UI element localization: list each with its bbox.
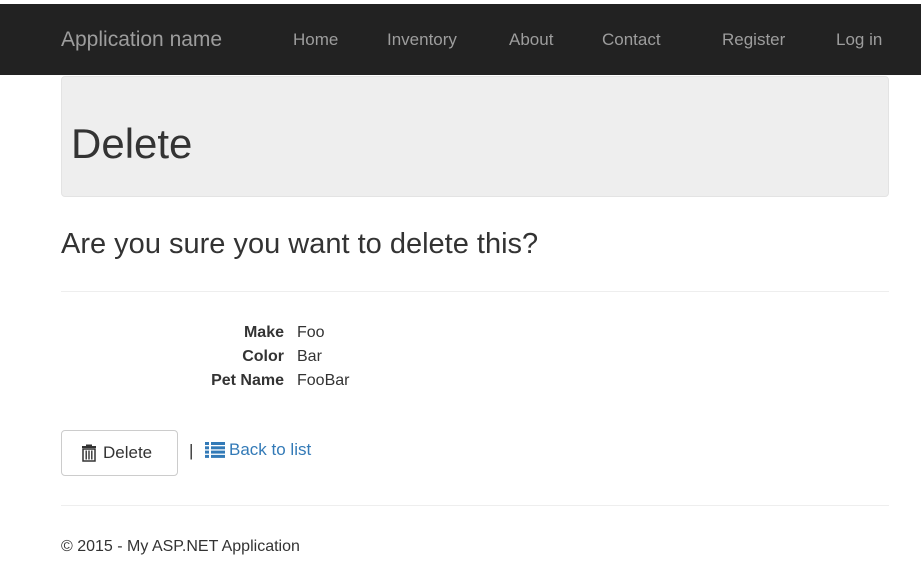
jumbotron: Delete — [61, 76, 889, 197]
back-to-list-link[interactable]: Back to list — [205, 440, 311, 460]
detail-row-color: Color Bar — [0, 346, 921, 368]
delete-button[interactable]: Delete — [61, 430, 178, 476]
navbar: Application name Home Inventory About Co… — [0, 4, 921, 75]
nav-link-register[interactable]: Register — [722, 4, 785, 75]
detail-value: Foo — [297, 324, 325, 341]
list-icon — [205, 442, 225, 458]
footer-divider — [61, 505, 889, 506]
detail-value: FooBar — [297, 372, 350, 389]
detail-label: Color — [242, 348, 284, 365]
detail-value: Bar — [297, 348, 322, 365]
brand-link[interactable]: Application name — [61, 4, 222, 75]
nav-link-about[interactable]: About — [509, 4, 553, 75]
detail-row-pet-name: Pet Name FooBar — [0, 370, 921, 392]
page-title: Delete — [71, 120, 193, 167]
nav-link-home[interactable]: Home — [293, 4, 338, 75]
trash-icon — [80, 444, 98, 462]
detail-label: Make — [243, 324, 284, 341]
back-to-list-label: Back to list — [229, 440, 312, 459]
nav-link-login[interactable]: Log in — [836, 4, 882, 75]
nav-link-inventory[interactable]: Inventory — [387, 4, 457, 75]
detail-row-make: Make Foo — [0, 322, 921, 344]
divider — [61, 291, 889, 292]
separator: | — [189, 441, 194, 460]
footer-text: © 2015 - My ASP.NET Application — [61, 538, 300, 555]
delete-button-label: Delete — [103, 443, 153, 462]
detail-label: Pet Name — [211, 372, 284, 389]
confirm-question: Are you sure you want to delete this? — [61, 228, 539, 260]
nav-link-contact[interactable]: Contact — [602, 4, 661, 75]
